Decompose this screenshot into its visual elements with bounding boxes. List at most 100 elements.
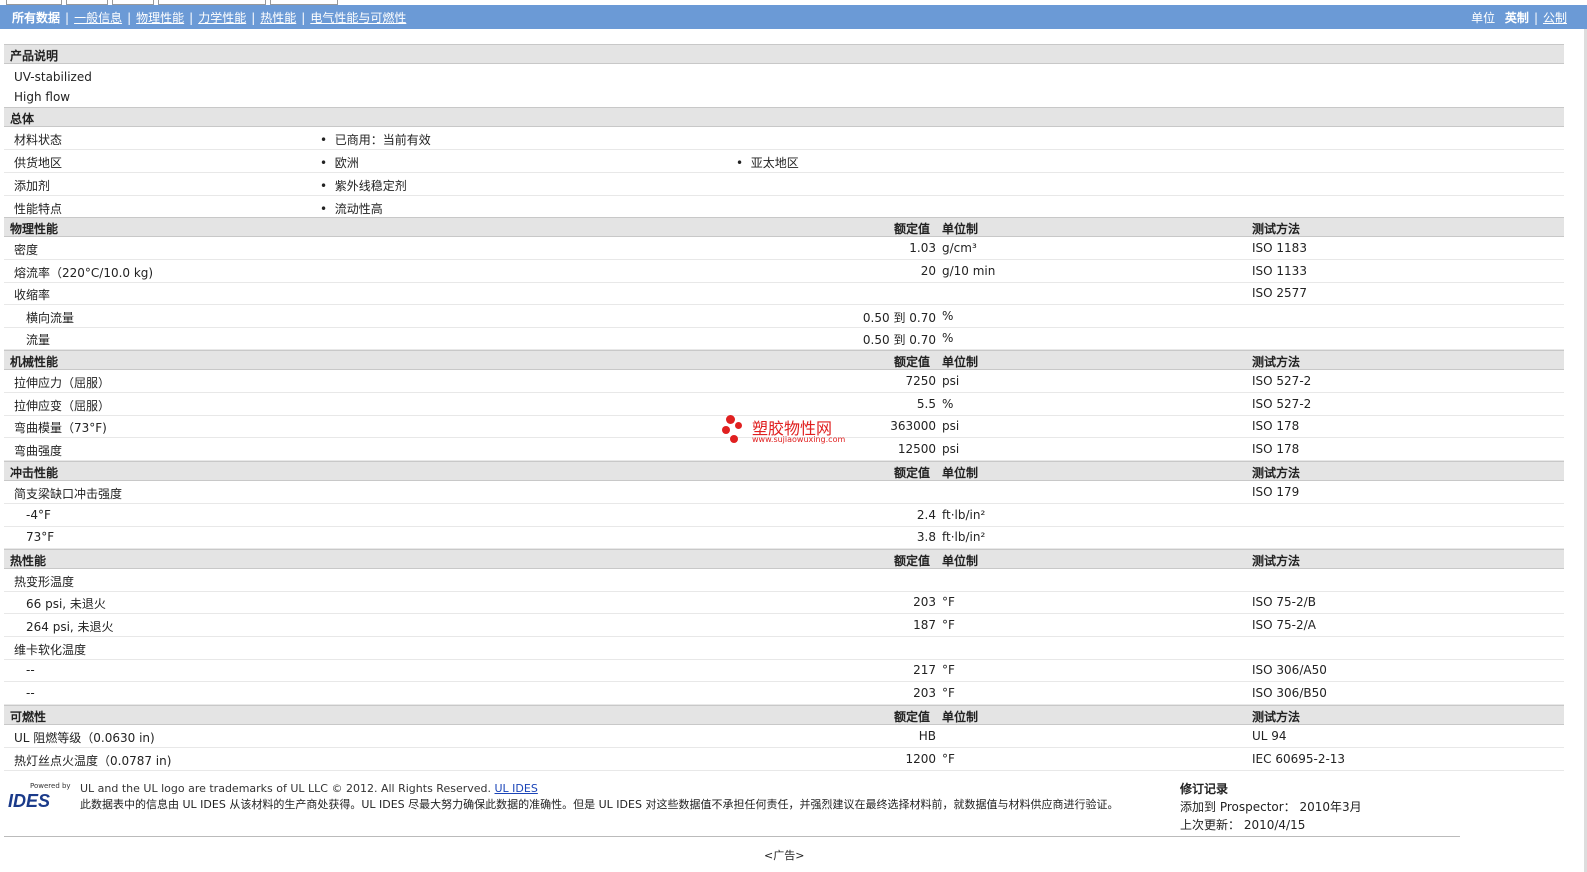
row-label: 熔流率（220°C/10.0 kg): [14, 265, 154, 280]
table-row: 拉伸应力（屈服） 7250 psi ISO 527-2: [4, 370, 1564, 393]
logo-powered-by: Powered by: [30, 782, 71, 790]
section-title: 总体: [10, 112, 35, 126]
section-general: 总体: [4, 107, 1564, 127]
nav-physical[interactable]: 物理性能: [136, 11, 184, 25]
row-value: 2.4: [916, 507, 936, 522]
row-test-method: ISO 306/A50: [1252, 663, 1327, 677]
unit-imperial[interactable]: 英制: [1505, 11, 1529, 25]
table-row: 热变形温度: [4, 569, 1564, 592]
row-unit: °F: [942, 751, 955, 766]
row-value: 1.03: [909, 241, 936, 255]
row-label: 添加剂: [14, 179, 51, 193]
row-unit: g/10 min: [942, 263, 996, 278]
row-unit: °F: [942, 686, 955, 700]
bullet-value: • 欧洲: [320, 156, 359, 170]
row-value: 363000: [890, 419, 936, 433]
row-unit: g/cm³: [942, 241, 977, 255]
ides-logo: Powered by IDES: [8, 782, 74, 812]
row-label: 弯曲强度: [14, 443, 63, 458]
row-value: HB: [918, 729, 936, 743]
row-value: 12500: [897, 441, 936, 456]
table-row: 收缩率 ISO 2577: [4, 282, 1564, 305]
nav-general[interactable]: 一般信息: [74, 11, 122, 25]
col-test: 测试方法: [1252, 554, 1301, 568]
bullet-value: • 亚太地区: [736, 156, 799, 170]
row-test-method: ISO 527-2: [1252, 374, 1312, 388]
table-row: 添加剂 • 紫外线稳定剂: [4, 173, 1564, 196]
revision-history: 修订记录 添加到 Prospector： 2010年3月 上次更新： 2010/…: [1180, 780, 1362, 833]
table-row: 密度 1.03 g/cm³ ISO 1183: [4, 237, 1564, 260]
row-label: 66 psi, 未退火: [26, 597, 106, 611]
row-test-method: ISO 75-2/B: [1252, 595, 1316, 609]
section-nav: 所有数据 | 一般信息 | 物理性能 | 力学性能 | 热性能 | 电气性能与可燃性: [12, 11, 407, 25]
table-row: 热灯丝点火温度（0.0787 in) 1200 °F IEC 60695-2-13: [4, 748, 1564, 771]
row-value: 3.8: [916, 530, 936, 544]
section-title: 可燃性: [10, 710, 47, 724]
section-thermal: 热性能 额定值 单位制 测试方法: [4, 549, 1564, 569]
table-row: 264 psi, 未退火 187 °F ISO 75-2/A: [4, 614, 1564, 637]
row-test-method: ISO 75-2/A: [1252, 618, 1316, 632]
nav-thermal[interactable]: 热性能: [260, 11, 296, 25]
table-row: 66 psi, 未退火 203 °F ISO 75-2/B: [4, 591, 1564, 614]
row-value: 203: [913, 595, 936, 609]
section-title: 热性能: [10, 554, 47, 568]
col-unit: 单位制: [942, 554, 979, 568]
logo-text: IDES: [8, 791, 51, 811]
row-unit: psi: [942, 374, 960, 388]
row-test-method: ISO 2577: [1252, 286, 1307, 300]
row-unit: °F: [942, 618, 955, 632]
row-unit: °F: [942, 663, 955, 677]
col-unit: 单位制: [942, 710, 979, 724]
nav-electrical[interactable]: 电气性能与可燃性: [310, 11, 406, 25]
row-label: --: [26, 663, 35, 677]
bullet-value: • 已商用：当前有效: [320, 133, 431, 147]
col-test: 测试方法: [1252, 710, 1301, 724]
section-physical: 物理性能 额定值 单位制 测试方法: [4, 217, 1564, 237]
row-value: 1200: [905, 751, 936, 766]
table-row: 维卡软化温度: [4, 637, 1564, 660]
row-unit: %: [942, 331, 954, 345]
product-line: UV-stabilized: [14, 70, 92, 84]
product-line: High flow: [14, 90, 71, 104]
table-row: 供货地区 • 欧洲 • 亚太地区: [4, 150, 1564, 173]
row-unit: ft·lb/in²: [942, 530, 986, 544]
row-label: 73°F: [26, 530, 55, 544]
col-test: 测试方法: [1252, 355, 1301, 369]
row-label: 热变形温度: [14, 575, 75, 589]
row-unit: psi: [942, 441, 960, 456]
bullet-value: • 流动性高: [320, 202, 383, 216]
row-label: 热灯丝点火温度（0.0787 in): [14, 753, 172, 768]
row-value: 187: [913, 618, 936, 632]
section-impact: 冲击性能 额定值 单位制 测试方法: [4, 461, 1564, 481]
table-row: -4°F 2.4 ft·lb/in²: [4, 504, 1564, 527]
section-title: 机械性能: [10, 355, 59, 369]
row-value: 5.5: [916, 396, 936, 411]
row-value: 217: [913, 663, 936, 677]
nav-all-data[interactable]: 所有数据: [12, 11, 60, 25]
ad-label: <广告>: [764, 849, 805, 862]
table-row: 流量 0.50 到 0.70%: [4, 327, 1564, 350]
row-test-method: ISO 178: [1252, 441, 1300, 456]
row-test-method: ISO 1133: [1252, 263, 1307, 278]
section-title: 物理性能: [10, 222, 59, 236]
row-label: 拉伸应变（屈服）: [14, 398, 111, 413]
table-row: 简支梁缺口冲击强度 ISO 179: [4, 481, 1564, 504]
row-label: 264 psi, 未退火: [26, 620, 114, 634]
table-row: 熔流率（220°C/10.0 kg) 20 g/10 min ISO 1133: [4, 260, 1564, 283]
footer-divider: [4, 836, 1460, 837]
trademark-text: UL and the UL logo are trademarks of UL …: [80, 782, 538, 795]
table-row: 73°F 3.8 ft·lb/in²: [4, 526, 1564, 549]
row-test-method: IEC 60695-2-13: [1252, 751, 1346, 766]
row-unit: %: [942, 396, 954, 411]
nav-mechanical[interactable]: 力学性能: [198, 11, 246, 25]
section-flammability: 可燃性 额定值 单位制 测试方法: [4, 705, 1564, 725]
row-label: UL 阻燃等级（0.0630 in): [14, 731, 155, 745]
row-label: 收缩率: [14, 288, 51, 302]
row-unit: ft·lb/in²: [942, 507, 986, 522]
watermark-url: www.sujiaowuxing.com: [752, 435, 846, 444]
row-label: 简支梁缺口冲击强度: [14, 487, 123, 501]
table-row: 横向流量 0.50 到 0.70%: [4, 305, 1564, 328]
ul-ides-link[interactable]: UL IDES: [495, 782, 538, 795]
watermark-logo: 塑胶物性网 www.sujiaowuxing.com: [722, 413, 862, 449]
unit-metric[interactable]: 公制: [1543, 11, 1567, 25]
